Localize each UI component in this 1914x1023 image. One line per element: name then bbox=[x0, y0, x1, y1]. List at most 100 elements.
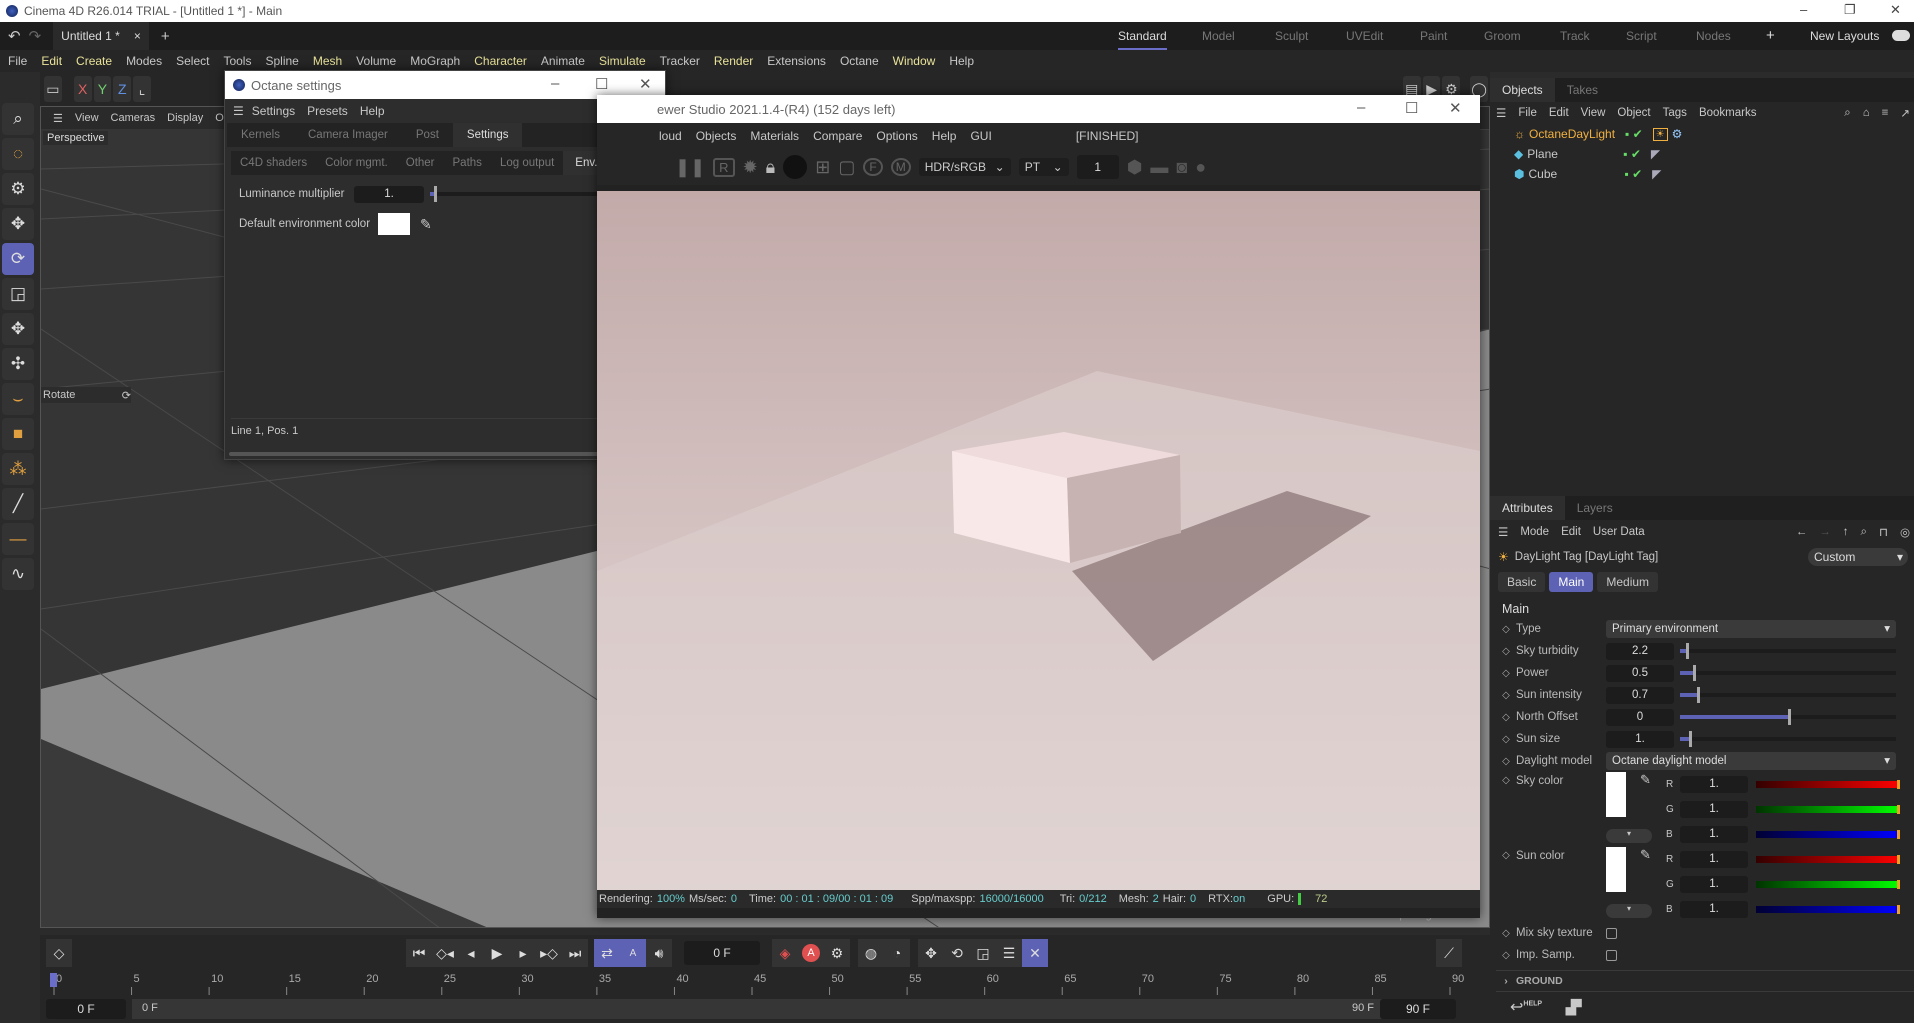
keyframe-icon[interactable]: ◇ bbox=[1496, 668, 1516, 679]
menu-mesh[interactable]: Mesh bbox=[313, 54, 342, 68]
render-image[interactable] bbox=[597, 191, 1480, 893]
preset-select[interactable]: Custom ▾ bbox=[1808, 548, 1908, 566]
viewport-menu-display[interactable]: Display bbox=[167, 112, 203, 124]
menu-object[interactable]: Object bbox=[1617, 107, 1650, 119]
polygon-pen-icon[interactable]: ■ bbox=[2, 418, 34, 450]
slider-value-input[interactable]: 0 bbox=[1606, 708, 1674, 726]
value-slider[interactable] bbox=[1680, 709, 1896, 725]
move-icon[interactable]: ✥ bbox=[2, 208, 34, 240]
key-position-icon[interactable]: ✥ bbox=[918, 939, 944, 967]
key-settings-icon[interactable]: ⚙ bbox=[824, 939, 850, 967]
viewport-menu-view[interactable]: View bbox=[75, 112, 99, 124]
luminance-input[interactable]: 1. bbox=[354, 185, 424, 203]
type-select[interactable]: Primary environment ▾ bbox=[1606, 620, 1896, 638]
menu-modes[interactable]: Modes bbox=[126, 54, 162, 68]
brush-icon[interactable]: ╱ bbox=[2, 488, 34, 520]
ground-group[interactable]: › GROUND bbox=[1496, 970, 1914, 992]
sun-channel-input[interactable]: 1. bbox=[1680, 876, 1748, 893]
region-icon[interactable]: ▢ bbox=[838, 157, 855, 178]
next-frame-icon[interactable]: ▸ bbox=[510, 939, 536, 967]
key-scale-icon[interactable]: ◲ bbox=[970, 939, 996, 967]
menu-user-data[interactable]: User Data bbox=[1593, 526, 1645, 538]
menu-render[interactable]: Render bbox=[714, 54, 753, 68]
mix-sky-checkbox[interactable] bbox=[1606, 927, 1617, 939]
eyedropper-icon[interactable]: ✎ bbox=[1640, 772, 1651, 788]
add-tab-button[interactable]: + bbox=[161, 28, 170, 45]
end-frame-field[interactable]: 90 F bbox=[1380, 999, 1456, 1019]
menu-edit[interactable]: Edit bbox=[41, 54, 62, 68]
menu-presets[interactable]: Presets bbox=[307, 104, 348, 118]
menu-icon[interactable]: ☰ bbox=[233, 104, 244, 118]
layout-standard[interactable]: Standard bbox=[1118, 22, 1167, 50]
layout-script[interactable]: Script bbox=[1626, 22, 1657, 50]
menu-file[interactable]: File bbox=[8, 54, 27, 68]
layout-groom[interactable]: Groom bbox=[1484, 22, 1521, 50]
previous-frame-icon[interactable]: ◂ bbox=[458, 939, 484, 967]
menu-octane[interactable]: Octane bbox=[840, 54, 879, 68]
home-icon[interactable]: ⌂ bbox=[1863, 107, 1870, 119]
menu-cloud[interactable]: loud bbox=[659, 129, 682, 143]
value-slider[interactable] bbox=[1680, 731, 1896, 747]
layout-paint[interactable]: Paint bbox=[1420, 22, 1447, 50]
keyframe-icon[interactable]: ◇ bbox=[1496, 712, 1516, 723]
spline-pen-icon[interactable]: ∿ bbox=[2, 558, 34, 590]
tab-objects[interactable]: Objects bbox=[1490, 78, 1555, 102]
sky-channel-slider[interactable] bbox=[1756, 780, 1900, 789]
close-button[interactable]: ✕ bbox=[1890, 2, 1901, 18]
sun-channel-slider[interactable] bbox=[1756, 880, 1900, 889]
menu-edit[interactable]: Edit bbox=[1549, 107, 1569, 119]
new-layouts-toggle[interactable] bbox=[1892, 30, 1910, 41]
rectangle-icon[interactable]: ▬ bbox=[1150, 157, 1168, 178]
subtab-main[interactable]: Main bbox=[1549, 572, 1594, 592]
tab-layers[interactable]: Layers bbox=[1565, 496, 1625, 520]
redo-icon[interactable]: ↷ bbox=[29, 27, 42, 45]
enabled-check-icon[interactable]: ▪ ✔ bbox=[1625, 127, 1643, 141]
menu-settings[interactable]: Settings bbox=[252, 104, 295, 118]
color-mode-select[interactable]: HDR/sRGB ⌄ bbox=[918, 158, 1011, 176]
settings-gear-icon[interactable]: ✹ bbox=[743, 157, 758, 178]
object-row-plane[interactable]: ◆ Plane ▪ ✔ ◤ bbox=[1490, 144, 1914, 164]
subtab-medium[interactable]: Medium bbox=[1597, 572, 1659, 592]
material-tag-icon[interactable]: ◤ bbox=[1651, 147, 1660, 161]
menu-create[interactable]: Create bbox=[76, 54, 112, 68]
menu-bookmarks[interactable]: Bookmarks bbox=[1699, 107, 1757, 119]
menu-spline[interactable]: Spline bbox=[265, 54, 298, 68]
subtab-c4d-shaders[interactable]: C4D shaders bbox=[231, 151, 316, 175]
viewport-solo-icon[interactable]: ▭ bbox=[44, 76, 62, 102]
close-button[interactable]: ✕ bbox=[639, 75, 652, 93]
layout-track[interactable]: Track bbox=[1560, 22, 1590, 50]
previous-key-icon[interactable]: ◇◂ bbox=[432, 939, 458, 967]
search-icon[interactable]: ⌕ bbox=[2, 103, 34, 135]
back-arrow-icon[interactable]: ← bbox=[1796, 526, 1808, 538]
menu-icon[interactable]: ☰ bbox=[1496, 106, 1506, 120]
layout-uvedit[interactable]: UVEdit bbox=[1346, 22, 1383, 50]
menu-help[interactable]: Help bbox=[949, 54, 974, 68]
octane-tag-icon[interactable]: ⚙ bbox=[1672, 127, 1683, 141]
sun-channel-input[interactable]: 1. bbox=[1680, 851, 1748, 868]
play-icon[interactable]: ▶ bbox=[484, 939, 510, 967]
slider-value-input[interactable]: 0.5 bbox=[1606, 664, 1674, 682]
menu-tracker[interactable]: Tracker bbox=[660, 54, 700, 68]
knife-icon[interactable]: ― bbox=[2, 523, 34, 555]
keyframe-icon[interactable]: ◇ bbox=[1496, 690, 1516, 701]
subtab-other[interactable]: Other bbox=[397, 151, 444, 175]
rotate-icon[interactable]: ⟳ bbox=[2, 243, 34, 275]
object-row-cube[interactable]: ⬢ Cube ▪ ✔ ◤ bbox=[1490, 164, 1914, 184]
subtab-basic[interactable]: Basic bbox=[1498, 572, 1546, 592]
object-name[interactable]: Plane bbox=[1527, 147, 1623, 161]
forward-arrow-icon[interactable]: → bbox=[1819, 526, 1831, 538]
key-param-icon[interactable]: ☰ bbox=[996, 939, 1022, 967]
filter-icon[interactable]: ≡ bbox=[1882, 107, 1889, 119]
layout-icon[interactable]: ▗▛ bbox=[1560, 999, 1582, 1016]
mouse-icon[interactable]: ◍ bbox=[858, 939, 884, 967]
y-axis-lock[interactable]: Y bbox=[93, 76, 112, 102]
pause-icon[interactable]: ❚❚ bbox=[675, 157, 705, 178]
loop-icon[interactable]: ⇄ bbox=[594, 939, 620, 967]
sound-icon[interactable]: 🔊︎ bbox=[646, 939, 672, 967]
menu-gui[interactable]: GUI bbox=[970, 129, 991, 143]
keyframe-diamond-button[interactable]: ◇ bbox=[46, 939, 72, 967]
subtab-log-output[interactable]: Log output bbox=[491, 151, 563, 175]
slider-knob[interactable] bbox=[1697, 687, 1701, 703]
record-keys-icon[interactable]: ◈ bbox=[772, 939, 798, 967]
minimize-button[interactable]: – bbox=[1357, 99, 1365, 116]
